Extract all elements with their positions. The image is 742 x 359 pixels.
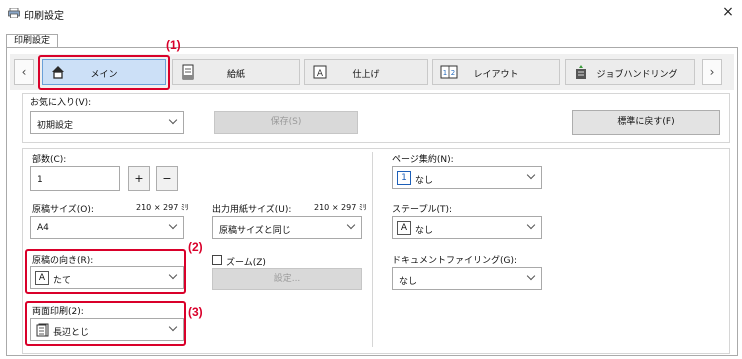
original-size-dims: 210 × 297 ﾐﾘ bbox=[136, 203, 189, 212]
tab-print-settings[interactable]: 印刷設定 bbox=[6, 34, 58, 48]
nup-value: なし bbox=[415, 176, 434, 186]
chevron-down-icon bbox=[526, 220, 536, 230]
document-filing-label: ドキュメントファイリング(G): bbox=[392, 256, 518, 266]
favorites-value: 初期設定 bbox=[37, 121, 74, 131]
chevron-down-icon bbox=[526, 170, 536, 180]
copies-label: 部数(C): bbox=[32, 155, 67, 165]
nup-icon: 1 bbox=[397, 171, 411, 185]
chevron-down-icon bbox=[168, 220, 178, 230]
staple-label: ステープル(T): bbox=[392, 205, 453, 215]
tab-paper[interactable]: 給紙 bbox=[172, 59, 300, 85]
window-title: 印刷設定 bbox=[24, 11, 64, 22]
highlight-orientation bbox=[25, 249, 186, 294]
chevron-down-icon bbox=[346, 220, 356, 230]
nup-label: ページ集約(N): bbox=[392, 155, 454, 165]
highlight-duplex bbox=[25, 301, 186, 346]
original-size-select[interactable]: A4 bbox=[30, 216, 184, 239]
tabs-prev-button[interactable]: ‹ bbox=[14, 59, 34, 85]
printer-icon bbox=[8, 8, 20, 18]
original-size-value: A4 bbox=[37, 223, 49, 233]
restore-defaults-button[interactable]: 標準に戻す(F) bbox=[572, 110, 720, 135]
tab-layout[interactable]: 1 2 レイアウト bbox=[432, 59, 560, 85]
highlight-main-tab bbox=[38, 55, 170, 90]
tab-layout-label: レイアウト bbox=[473, 70, 519, 80]
zoom-settings-button[interactable]: 設定... bbox=[212, 268, 362, 290]
copies-value: 1 bbox=[37, 175, 43, 185]
tab-finishing[interactable]: A 仕上げ bbox=[304, 59, 428, 85]
output-size-label: 出力用紙サイズ(U): bbox=[212, 205, 292, 215]
staple-icon: A bbox=[397, 221, 411, 235]
tab-paper-label: 給紙 bbox=[226, 70, 245, 80]
zoom-checkbox[interactable] bbox=[212, 255, 222, 265]
tabs-next-button[interactable]: › bbox=[702, 59, 722, 85]
chevron-down-icon bbox=[526, 271, 536, 281]
tab-finishing-label: 仕上げ bbox=[352, 70, 380, 80]
copies-minus-button[interactable]: − bbox=[156, 166, 178, 191]
chevron-down-icon bbox=[168, 115, 178, 125]
output-size-value: 原稿サイズと同じ bbox=[219, 226, 291, 236]
annotation-1: (1) bbox=[166, 38, 181, 52]
favorites-select[interactable]: 初期設定 bbox=[30, 111, 184, 134]
staple-select[interactable]: A なし bbox=[392, 216, 542, 239]
output-size-select[interactable]: 原稿サイズと同じ bbox=[212, 216, 362, 239]
annotation-2: (2) bbox=[188, 240, 203, 254]
tab-job-handling-label: ジョブハンドリング bbox=[596, 70, 678, 80]
annotation-3: (3) bbox=[188, 305, 203, 319]
output-size-dims: 210 × 297 ﾐﾘ bbox=[314, 203, 367, 212]
column-divider bbox=[372, 152, 373, 347]
close-icon[interactable]: × bbox=[720, 4, 736, 20]
original-size-label: 原稿サイズ(O): bbox=[32, 205, 94, 215]
zoom-label: ズーム(Z) bbox=[226, 258, 266, 268]
document-filing-select[interactable]: なし bbox=[392, 267, 542, 290]
nup-select[interactable]: 1 なし bbox=[392, 166, 542, 189]
favorites-label: お気に入り(V): bbox=[30, 98, 92, 108]
save-button[interactable]: 保存(S) bbox=[214, 111, 358, 134]
document-filing-value: なし bbox=[399, 277, 418, 287]
title-bar: 印刷設定 × bbox=[0, 0, 742, 26]
copies-plus-button[interactable]: + bbox=[128, 166, 150, 191]
tab-job-handling[interactable]: ジョブハンドリング bbox=[565, 59, 695, 85]
staple-value: なし bbox=[415, 226, 434, 236]
copies-field[interactable]: 1 bbox=[30, 166, 120, 191]
